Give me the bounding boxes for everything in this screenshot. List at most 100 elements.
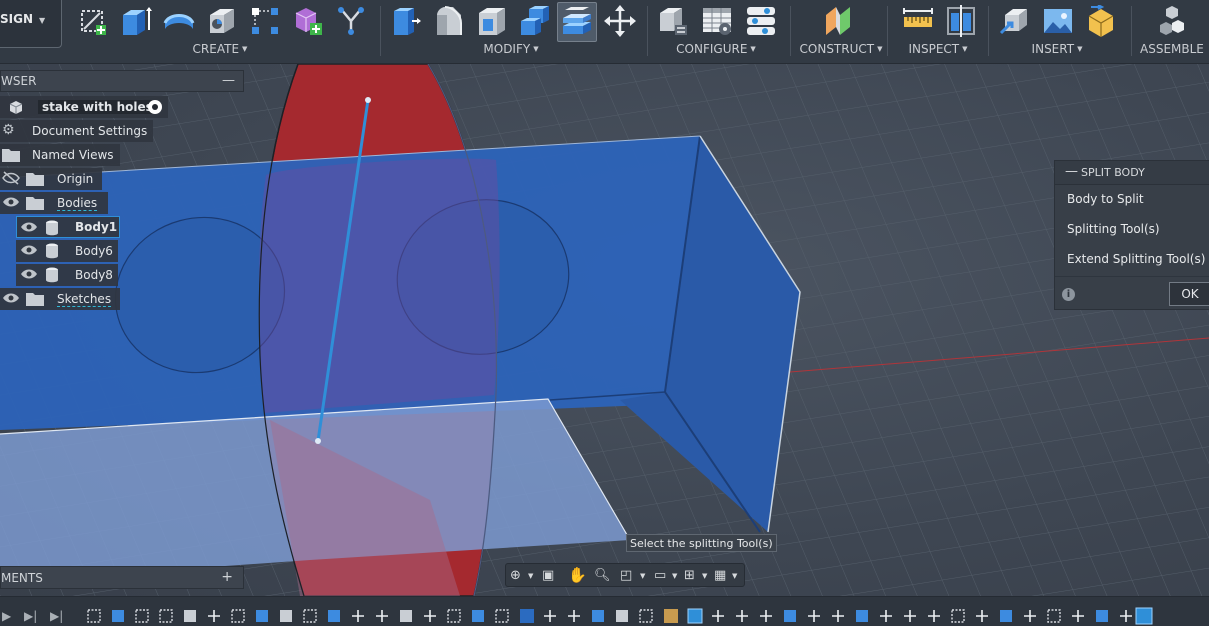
collapse-icon[interactable]: — [222, 73, 235, 88]
construct-menu[interactable]: CONSTRUCT ▼ [799, 42, 883, 58]
grid-settings-icon[interactable]: ⊞ [684, 568, 695, 583]
step-forward-icon[interactable]: ▶| [24, 609, 37, 623]
browser-header[interactable]: WSER — [0, 70, 244, 92]
modify-menu[interactable]: MODIFY ▼ [478, 42, 544, 58]
browser-item-named-views[interactable]: Named Views [0, 144, 120, 166]
assemble-joint-icon[interactable] [1158, 5, 1190, 37]
hole-icon[interactable] [206, 5, 238, 37]
eye-icon[interactable] [2, 291, 20, 305]
body-icon [46, 243, 58, 259]
rectangular-pattern-icon[interactable] [249, 5, 281, 37]
browser-item-sketches[interactable]: Sketches [0, 288, 120, 310]
extrude-icon[interactable] [120, 5, 152, 37]
fit-icon[interactable]: ◰ [620, 568, 632, 583]
configure-menu[interactable]: CONFIGURE ▼ [673, 42, 759, 58]
browser-item-document-settings[interactable]: ⚙ Document Settings [0, 120, 153, 142]
eye-icon[interactable] [2, 195, 20, 209]
field-label: Splitting Tool(s) [1067, 222, 1160, 236]
configure-menu-label: CONFIGURE [676, 42, 748, 56]
chevron-down-icon[interactable]: ▼ [640, 572, 645, 580]
splitting-tools-field[interactable]: Splitting Tool(s) [1067, 222, 1160, 236]
body-to-split-field[interactable]: Body to Split [1067, 192, 1144, 206]
component-icon [9, 101, 23, 114]
extend-splitting-tools-field[interactable]: Extend Splitting Tool(s) [1067, 252, 1205, 266]
combine-icon[interactable] [519, 5, 551, 37]
3d-viewport[interactable] [0, 64, 1209, 596]
measure-icon[interactable] [902, 5, 934, 37]
press-pull-icon[interactable] [390, 5, 422, 37]
display-settings-icon[interactable]: ▭ [654, 568, 666, 583]
browser-item-bodies[interactable]: Bodies [0, 192, 108, 214]
timeline-features[interactable] [86, 605, 1156, 625]
chevron-down-icon: ▼ [533, 45, 539, 53]
browser-item-label: Document Settings [32, 124, 148, 138]
section-analysis-icon[interactable] [945, 5, 977, 37]
fillet-icon[interactable] [433, 5, 465, 37]
eye-hidden-icon[interactable] [2, 171, 20, 185]
insert-canvas-icon[interactable] [1042, 5, 1074, 37]
chevron-down-icon: ▼ [1077, 45, 1083, 53]
chevron-down-icon: ▼ [877, 45, 883, 53]
gear-icon: ⚙ [2, 122, 15, 138]
configuration-table-icon[interactable] [701, 5, 733, 37]
look-at-icon[interactable]: ▣ [542, 568, 554, 583]
workspace-label: SIGN [0, 12, 33, 26]
pan-icon[interactable]: ✋ [568, 566, 587, 584]
comments-title: MENTS [1, 571, 43, 585]
toolbar-separator [647, 6, 648, 56]
move-icon[interactable] [604, 5, 636, 37]
chevron-down-icon[interactable]: ▼ [672, 572, 677, 580]
folder-icon [26, 197, 44, 210]
activate-radio-icon[interactable] [148, 100, 162, 114]
chevron-down-icon: ▼ [242, 45, 248, 53]
workspace-switcher[interactable]: SIGN ▼ [0, 0, 62, 48]
eye-icon[interactable] [20, 220, 38, 234]
collapse-icon[interactable]: — [1065, 164, 1078, 179]
orbit-icon[interactable]: ⊕ [510, 568, 521, 583]
insert-mesh-icon[interactable] [1085, 5, 1117, 37]
play-icon[interactable]: ▶ [2, 609, 11, 623]
browser-item-body8[interactable]: Body8 [16, 264, 118, 286]
create-menu[interactable]: CREATE ▼ [190, 42, 250, 58]
chevron-down-icon: ▼ [39, 16, 46, 25]
browser-item-root[interactable]: stake with holes [0, 96, 168, 118]
zoom-icon[interactable]: 🔍︎ [594, 568, 611, 583]
chevron-down-icon[interactable]: ▼ [702, 572, 707, 580]
configure-icon[interactable] [657, 5, 689, 37]
eye-icon[interactable] [20, 267, 38, 281]
viewports-icon[interactable]: ▦ [714, 568, 726, 583]
construct-menu-label: CONSTRUCT [799, 42, 875, 56]
info-icon[interactable]: i [1062, 288, 1075, 301]
go-to-end-icon[interactable]: ▶| [50, 609, 63, 623]
dialog-header[interactable]: — SPLIT BODY [1055, 161, 1209, 185]
document-name: stake with holes [38, 100, 157, 114]
chevron-down-icon[interactable]: ▼ [732, 572, 737, 580]
shell-icon[interactable] [476, 5, 508, 37]
eye-icon[interactable] [20, 243, 38, 257]
tooltip: Select the splitting Tool(s) [626, 534, 777, 552]
split-body-button[interactable] [557, 2, 597, 42]
modify-menu-label: MODIFY [483, 42, 531, 56]
rule-table-icon[interactable] [745, 5, 777, 37]
create-sketch-icon[interactable] [78, 5, 110, 37]
form-icon[interactable] [292, 5, 324, 37]
insert-derive-icon[interactable] [999, 5, 1031, 37]
timeline: ▶ ▶| ▶| [0, 596, 1209, 626]
inspect-menu[interactable]: INSPECT ▼ [906, 42, 970, 58]
toolbar-separator [887, 6, 888, 56]
insert-menu[interactable]: INSERT ▼ [1027, 42, 1087, 58]
revolve-icon[interactable] [163, 5, 195, 37]
comments-panel[interactable]: MENTS + [0, 566, 244, 589]
add-icon[interactable]: + [221, 569, 233, 585]
construct-plane-icon[interactable] [822, 5, 854, 37]
derive-icon[interactable] [335, 5, 367, 37]
browser-item-label: Body1 [75, 220, 118, 234]
browser-item-body6[interactable]: Body6 [16, 240, 118, 262]
ok-button[interactable]: OK [1169, 282, 1209, 306]
chevron-down-icon[interactable]: ▼ [528, 572, 533, 580]
browser-item-body1[interactable]: Body1 [16, 216, 120, 238]
assemble-menu[interactable]: ASSEMBLE [1140, 42, 1209, 58]
folder-icon [26, 173, 44, 186]
browser-item-label: Sketches [57, 292, 112, 307]
browser-item-origin[interactable]: Origin [0, 168, 102, 190]
